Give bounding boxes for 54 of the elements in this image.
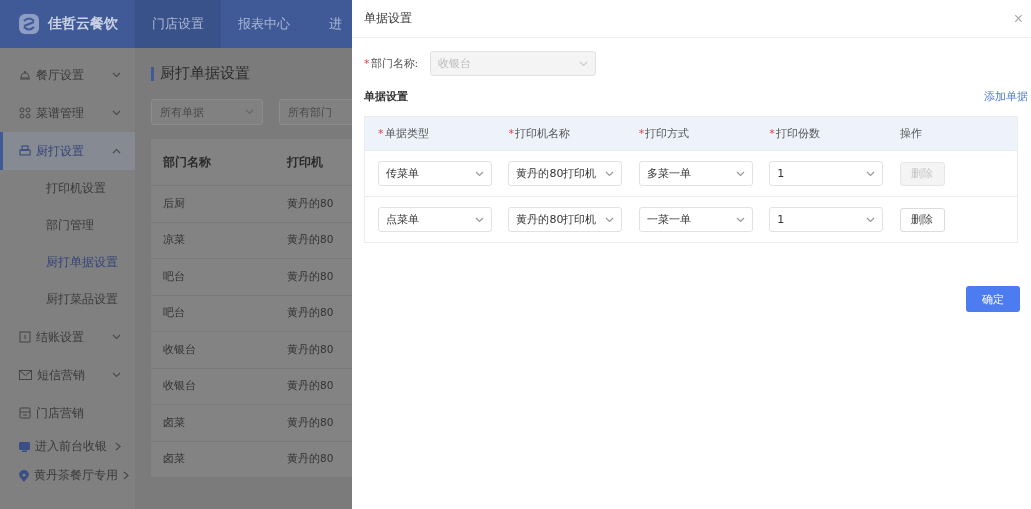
sidebar-item[interactable]: 黄丹茶餐厅专用 — [0, 461, 135, 490]
column-header: 部门名称 — [162, 153, 212, 171]
option-select[interactable]: 传菜单 — [378, 161, 492, 186]
table-cell-text: 黄丹的80 — [286, 233, 335, 248]
sidebar-item[interactable]: 门店营销 — [0, 394, 135, 432]
table-cell-text: 吧台 — [162, 269, 186, 284]
option-select[interactable]: 1 — [769, 207, 884, 232]
table-cell-text: 黄丹的80 — [286, 196, 335, 211]
nav-tab[interactable]: 门店设置 — [135, 0, 221, 48]
table-cell-text: 黄丹的80 — [286, 415, 335, 430]
column-header: 打印机 — [286, 153, 324, 171]
delete-button[interactable]: 删除 — [899, 207, 945, 232]
column-header: *打印方式 — [638, 127, 690, 140]
confirm-button[interactable]: 确定 — [966, 286, 1020, 312]
column-header: *单据类型 — [378, 127, 429, 140]
column-header: *打印机名称 — [508, 127, 570, 140]
table-cell-text: 卤菜 — [162, 415, 186, 430]
sidebar-item[interactable]: 结账设置 — [0, 318, 135, 356]
table-cell-text: 凉菜 — [162, 233, 186, 248]
drawer-title: 单据设置 — [364, 10, 412, 27]
table-cell-text: 黄丹的80 — [286, 269, 335, 284]
close-button[interactable]: × — [1013, 9, 1023, 28]
field-label: *部门名称: — [364, 56, 419, 71]
table-cell-text: 收银台 — [162, 342, 197, 357]
sidebar-subitem[interactable]: 厨打单据设置 — [0, 244, 135, 281]
table-cell-text: 吧台 — [162, 306, 186, 321]
table-cell-text: 后厨 — [162, 196, 186, 211]
app-logo[interactable]: 佳哲云餐饮 — [0, 0, 135, 48]
option-select[interactable]: 多菜一单 — [638, 161, 753, 186]
option-select[interactable]: 1 — [769, 161, 884, 186]
sidebar-item[interactable]: 短信营销 — [0, 356, 135, 394]
option-select[interactable]: 点菜单 — [378, 207, 492, 232]
sidebar-item[interactable]: 厨打设置 — [0, 132, 135, 170]
nav-tab[interactable]: 进 — [307, 0, 343, 48]
sidebar-item[interactable]: 餐厅设置 — [0, 56, 135, 94]
option-select[interactable]: 黄丹的80打印机 — [508, 161, 623, 186]
table-cell-text: 黄丹的80 — [286, 452, 335, 467]
option-select[interactable]: 一菜一单 — [638, 207, 753, 232]
column-header: 操作 — [899, 127, 922, 140]
table-cell-text: 黄丹的80 — [286, 306, 335, 321]
add-link[interactable]: 添加单据 — [984, 89, 1028, 104]
table-cell-text: 黄丹的80 — [286, 379, 335, 394]
table-cell-text: 收银台 — [162, 379, 197, 394]
table-cell-text: 卤菜 — [162, 452, 186, 467]
sidebar-subitem[interactable]: 打印机设置 — [0, 170, 135, 207]
sidebar-subitem[interactable]: 部门管理 — [0, 207, 135, 244]
sidebar-subitem[interactable]: 厨打菜品设置 — [0, 281, 135, 318]
sidebar-item[interactable]: 进入前台收银 — [0, 432, 135, 461]
column-header: *打印份数 — [769, 127, 820, 140]
sidebar-item[interactable]: 菜谱管理 — [0, 94, 135, 132]
nav-tab[interactable]: 报表中心 — [221, 0, 307, 48]
table-cell-text: 黄丹的80 — [286, 342, 335, 357]
option-select[interactable]: 黄丹的80打印机 — [508, 207, 623, 232]
page-title: 厨打单据设置 — [160, 64, 250, 83]
